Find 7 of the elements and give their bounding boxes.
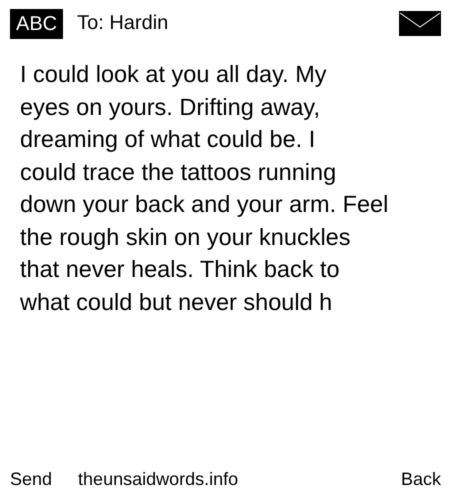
input-mode-badge: ABC — [10, 8, 64, 38]
back-softkey[interactable]: Back — [400, 468, 441, 490]
send-softkey[interactable]: Send — [10, 468, 52, 490]
message-text: I could look at you all day. My eyes on yours. Drifting away, dreaming of what could be. I could trace the tattoos running down your back and your arm. Feel the rough skin on your knuckles that never heals. Think back to what could but never should h — [19, 60, 390, 316]
website-label: theunsaidwords.info — [78, 468, 238, 490]
recipient-label: To: Hardin — [77, 12, 168, 35]
envelope-icon — [399, 11, 441, 36]
